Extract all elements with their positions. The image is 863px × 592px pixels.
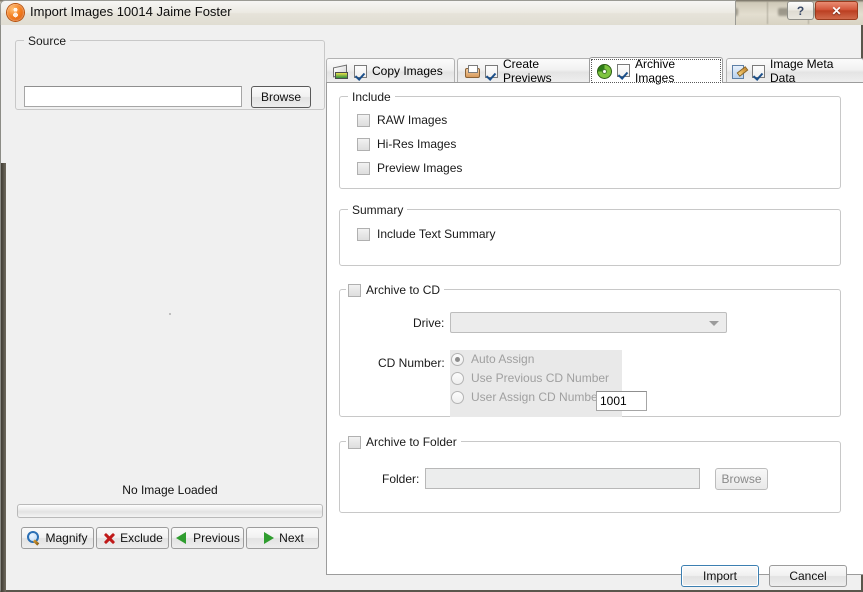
- folder-browse-button[interactable]: Browse: [715, 468, 768, 490]
- screen: Import Images 10014 Jaime Foster ? ✕ Sou…: [0, 0, 863, 592]
- include-text-summary-checkbox[interactable]: [357, 227, 370, 241]
- include-preview-row[interactable]: Preview Images: [357, 161, 462, 175]
- use-previous-cd-number-radio[interactable]: [451, 371, 464, 385]
- green-left-triangle-icon: [175, 531, 189, 545]
- tab-image-meta-data[interactable]: Image Meta Data: [726, 57, 863, 85]
- archive-to-cd-group-title: Archive to CD: [346, 283, 445, 297]
- folder-label: Folder:: [382, 472, 420, 486]
- hi-res-images-checkbox[interactable]: [357, 137, 370, 151]
- include-text-summary-row[interactable]: Include Text Summary: [357, 227, 496, 241]
- archive-to-folder-group-title: Archive to Folder: [346, 435, 461, 449]
- magnify-label: Magnify: [45, 531, 88, 545]
- preview-status-label: No Image Loaded: [122, 483, 218, 497]
- title-bar: Import Images 10014 Jaime Foster ? ✕: [0, 0, 863, 27]
- include-group: Include RAW Images Hi-Res Images Preview…: [339, 90, 841, 189]
- auto-assign-row[interactable]: Auto Assign: [451, 352, 534, 366]
- tab-copy-images[interactable]: Copy Images: [326, 58, 455, 83]
- use-previous-cd-number-row[interactable]: Use Previous CD Number: [451, 371, 609, 385]
- preview-placeholder-dot: [169, 313, 171, 315]
- use-previous-cd-number-label: Use Previous CD Number: [471, 371, 610, 385]
- include-hires-row[interactable]: Hi-Res Images: [357, 137, 456, 151]
- tab-image-meta-data-checkbox[interactable]: [752, 64, 765, 78]
- summary-group-title: Summary: [348, 203, 408, 217]
- archive-to-cd-group: Archive to CD Drive: CD Number: Auto Ass…: [339, 283, 841, 417]
- tab-image-meta-data-label: Image Meta Data: [770, 57, 834, 85]
- tab-archive-images[interactable]: Archive Images: [589, 56, 723, 85]
- cd-number-label: CD Number:: [378, 356, 445, 370]
- help-button[interactable]: ?: [787, 1, 814, 20]
- source-group-title: Source: [24, 34, 71, 48]
- dialog-client-area: Source Browse No Image Loaded Magnify Ex…: [0, 25, 863, 592]
- window-left-border: [1, 163, 6, 592]
- include-raw-row[interactable]: RAW Images: [357, 113, 447, 127]
- green-right-triangle-icon: [261, 531, 275, 545]
- raw-images-checkbox[interactable]: [357, 113, 370, 127]
- tab-archive-images-label: Archive Images: [635, 56, 676, 85]
- archive-to-cd-checkbox[interactable]: [348, 283, 361, 297]
- user-assign-cd-number-row[interactable]: User Assign CD Number: [451, 390, 602, 404]
- tab-archive-images-checkbox[interactable]: [617, 64, 630, 77]
- summary-group: Summary Include Text Summary: [339, 203, 841, 266]
- next-label: Next: [279, 531, 304, 545]
- exclude-button[interactable]: Exclude: [96, 527, 169, 549]
- archive-cd-icon: [596, 63, 612, 79]
- previous-label: Previous: [193, 531, 240, 545]
- copy-images-icon: [333, 64, 349, 79]
- window-title: Import Images 10014 Jaime Foster: [30, 4, 232, 19]
- next-button[interactable]: Next: [246, 527, 319, 549]
- hi-res-images-label: Hi-Res Images: [377, 137, 457, 151]
- cd-number-input[interactable]: [596, 391, 647, 411]
- raw-images-label: RAW Images: [377, 113, 448, 127]
- import-button[interactable]: Import: [681, 565, 759, 587]
- auto-assign-label: Auto Assign: [471, 352, 535, 366]
- magnifier-icon: [27, 531, 41, 545]
- source-input[interactable]: [24, 86, 242, 107]
- drive-combobox[interactable]: [450, 312, 727, 333]
- archive-images-panel: Include RAW Images Hi-Res Images Preview…: [326, 82, 863, 575]
- source-browse-button[interactable]: Browse: [251, 86, 311, 108]
- archive-to-folder-group: Archive to Folder Folder: Browse: [339, 435, 841, 513]
- image-meta-data-icon: [731, 64, 747, 79]
- tab-create-previews[interactable]: Create Previews: [457, 57, 595, 85]
- tab-copy-images-checkbox[interactable]: [354, 64, 367, 78]
- drive-label: Drive:: [413, 316, 445, 330]
- preview-images-checkbox[interactable]: [357, 161, 370, 175]
- close-button[interactable]: ✕: [815, 1, 858, 20]
- create-previews-icon: [464, 64, 480, 79]
- cancel-button[interactable]: Cancel: [769, 565, 847, 587]
- chevron-down-icon: [709, 320, 719, 326]
- import-progress-bar: [17, 504, 323, 518]
- archive-to-folder-checkbox[interactable]: [348, 435, 361, 449]
- import-images-dialog: Import Images 10014 Jaime Foster ? ✕ Sou…: [0, 0, 863, 592]
- magnify-button[interactable]: Magnify: [21, 527, 94, 549]
- window-controls: ? ✕: [786, 1, 858, 20]
- folder-input[interactable]: [425, 468, 700, 489]
- exclude-label: Exclude: [120, 531, 163, 545]
- tab-create-previews-checkbox[interactable]: [485, 64, 498, 78]
- preview-images-label: Preview Images: [377, 161, 463, 175]
- archive-to-cd-label: Archive to CD: [366, 283, 441, 297]
- include-group-title: Include: [348, 90, 395, 104]
- include-text-summary-label: Include Text Summary: [377, 227, 496, 241]
- user-assign-cd-number-label: User Assign CD Number: [471, 390, 602, 404]
- user-assign-cd-number-radio[interactable]: [451, 390, 464, 404]
- archive-to-folder-label: Archive to Folder: [366, 435, 457, 449]
- red-x-icon: [102, 531, 116, 545]
- tab-strip: Copy Images Create Previews Archive Imag…: [326, 56, 863, 85]
- tab-copy-images-label: Copy Images: [372, 64, 443, 78]
- tab-create-previews-label: Create Previews: [503, 57, 552, 85]
- app-icon: [7, 4, 24, 21]
- previous-button[interactable]: Previous: [171, 527, 244, 549]
- auto-assign-radio[interactable]: [451, 352, 464, 366]
